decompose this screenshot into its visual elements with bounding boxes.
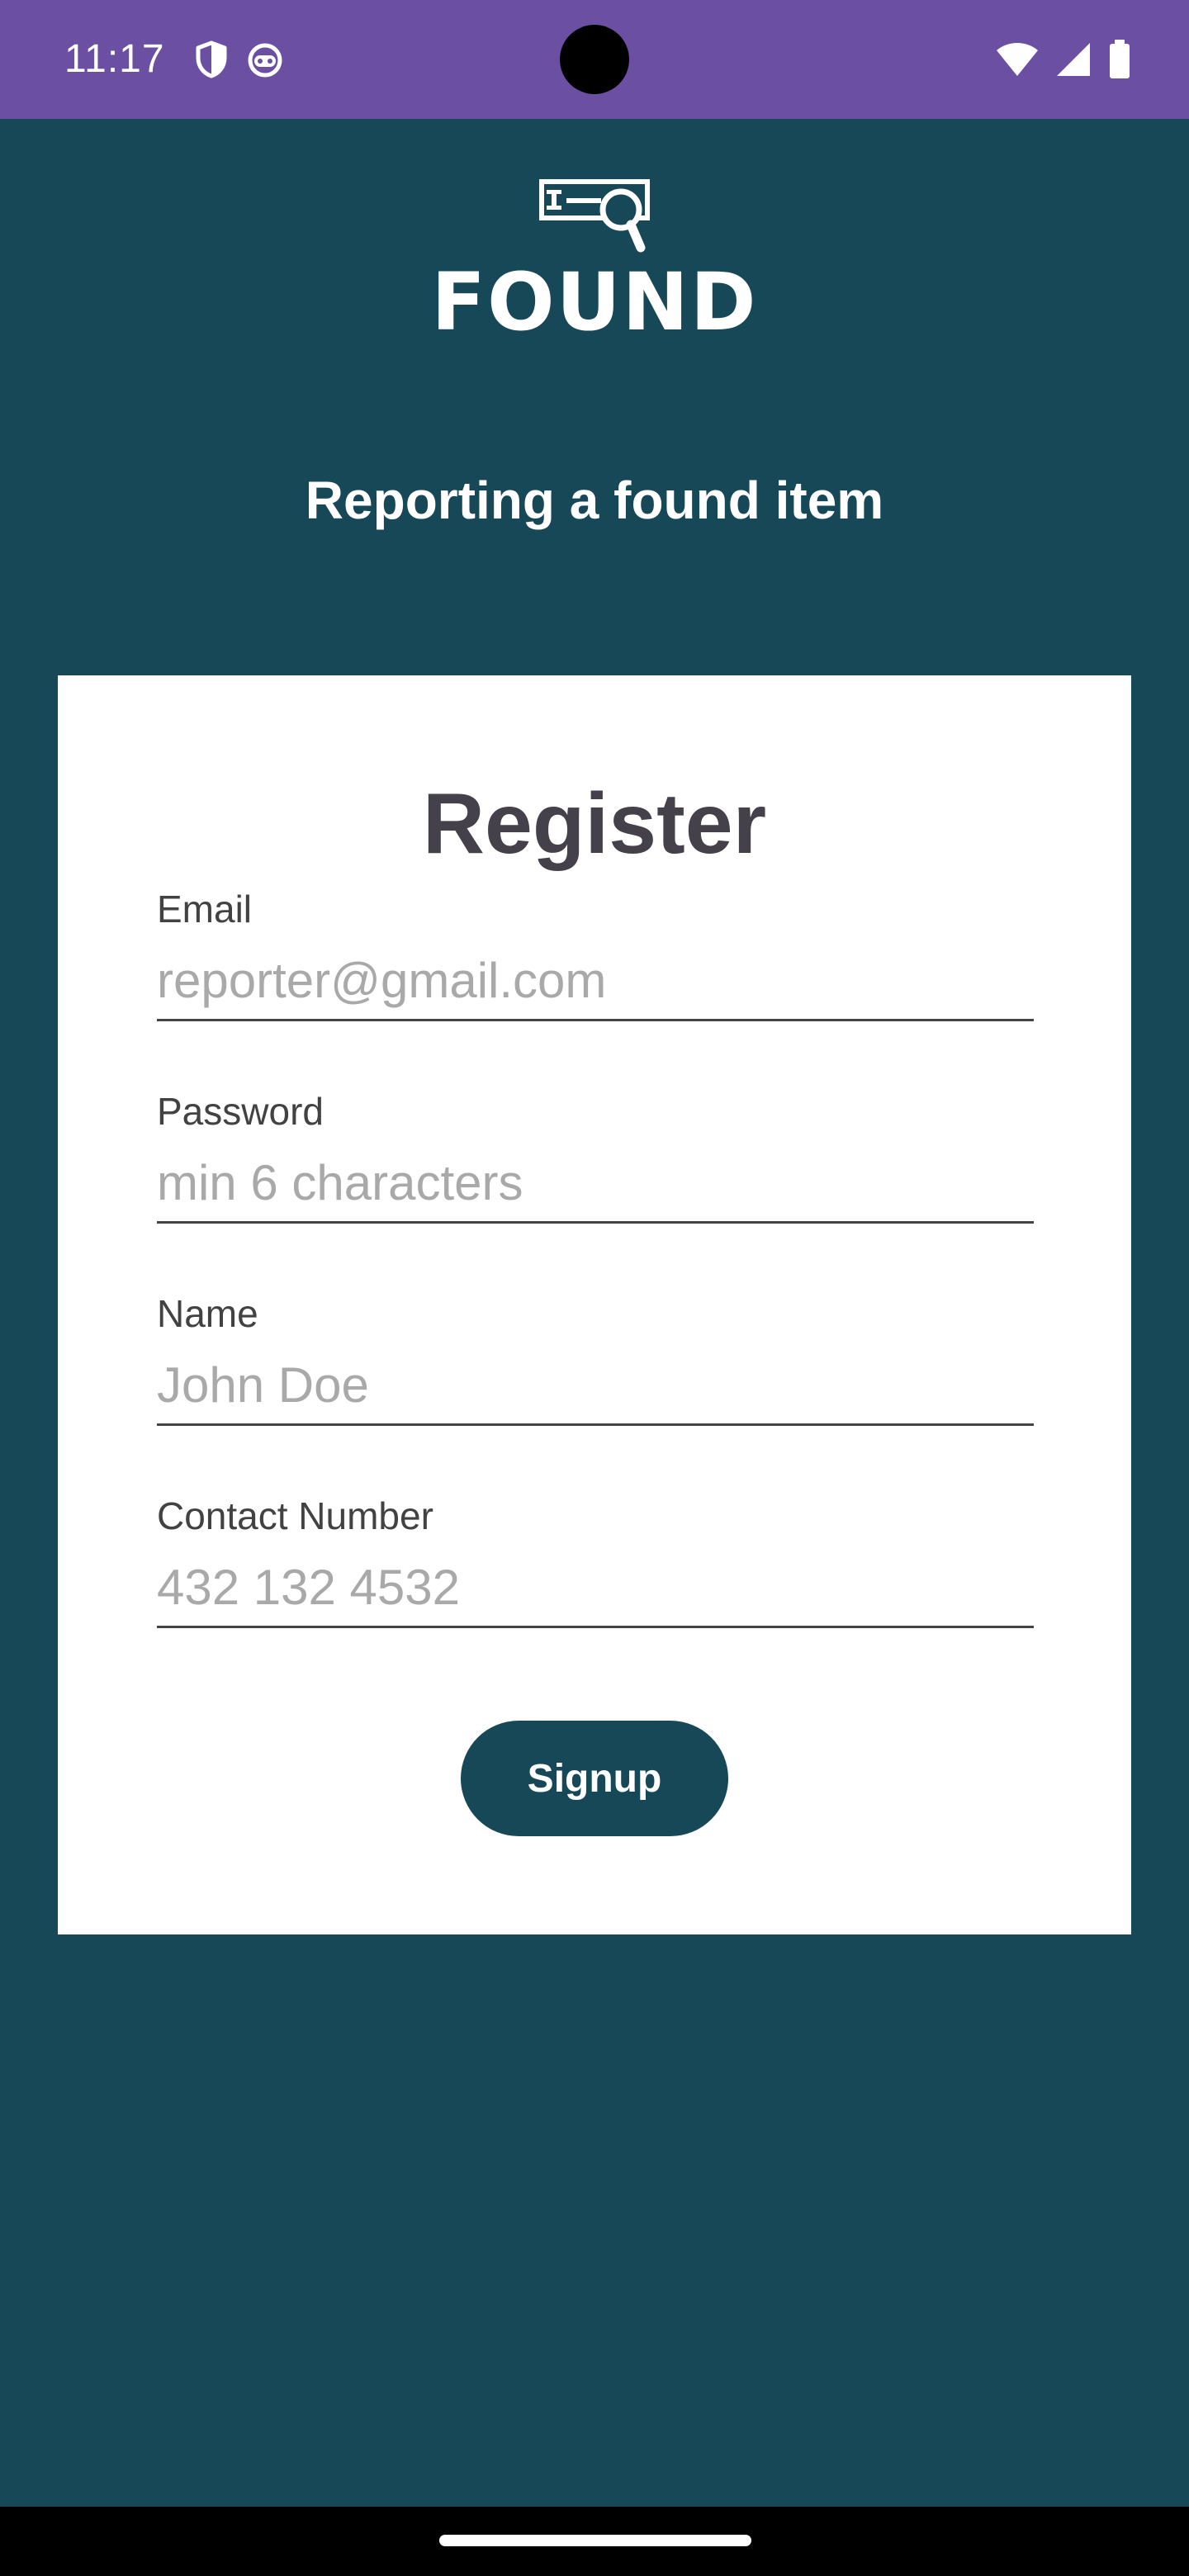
page-subtitle: Reporting a found item (305, 471, 884, 530)
contact-number-field-group: Contact Number (157, 1493, 1034, 1628)
app-logo: FOUND (0, 178, 1189, 345)
navigation-bar (0, 2507, 1189, 2576)
signup-button[interactable]: Signup (461, 1721, 728, 1836)
name-input[interactable] (157, 1347, 1034, 1426)
wifi-icon (996, 41, 1039, 78)
name-label: Name (157, 1292, 258, 1335)
password-field-group: Password (157, 1088, 1034, 1224)
password-input[interactable] (157, 1144, 1034, 1224)
battery-icon (1108, 40, 1131, 79)
status-left-icons (195, 40, 284, 79)
cell-signal-icon (1055, 41, 1092, 78)
email-field-group: Email (157, 886, 1034, 1021)
home-indicator[interactable] (439, 2535, 751, 2546)
register-title: Register (422, 776, 767, 872)
status-bar: 11:17 (0, 0, 1189, 119)
contact-number-input[interactable] (157, 1549, 1034, 1628)
password-label: Password (157, 1090, 324, 1133)
status-right-icons (996, 40, 1131, 79)
register-card: Register Email Password Name Contact Num… (58, 675, 1131, 1934)
status-time: 11:17 (64, 37, 165, 81)
email-label: Email (157, 888, 253, 930)
id-card-magnifier-icon (538, 178, 651, 254)
contact-number-label: Contact Number (157, 1494, 433, 1537)
camera-cutout (560, 25, 629, 94)
android-face-icon (246, 40, 284, 78)
name-field-group: Name (157, 1290, 1034, 1426)
logo-text: FOUND (431, 256, 758, 348)
shield-icon (195, 40, 228, 78)
email-input[interactable] (157, 942, 1034, 1021)
